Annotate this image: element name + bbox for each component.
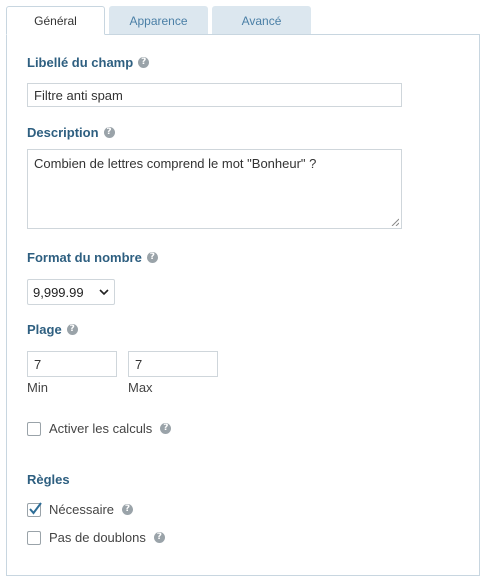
description-textarea[interactable]: Combien de lettres comprend le mot "Bonh… bbox=[27, 149, 402, 229]
range-min-label: Min bbox=[27, 380, 48, 395]
number-format-heading: Format du nombre ? bbox=[27, 250, 158, 265]
resize-handle-icon[interactable] bbox=[391, 218, 399, 226]
calculations-row[interactable]: Activer les calculs ? bbox=[27, 421, 172, 436]
range-max-label: Max bbox=[128, 380, 153, 395]
rules-heading: Règles bbox=[27, 472, 70, 487]
required-checkbox[interactable] bbox=[27, 501, 42, 517]
calculations-label: Activer les calculs bbox=[49, 421, 153, 436]
tab-general[interactable]: Général bbox=[6, 6, 105, 35]
settings-panel: Libellé du champ ? Description ? Combien… bbox=[6, 34, 480, 576]
range-title: Plage bbox=[27, 322, 62, 337]
field-label-heading: Libellé du champ ? bbox=[27, 55, 150, 70]
range-heading: Plage ? bbox=[27, 322, 78, 337]
description-heading: Description ? bbox=[27, 125, 115, 140]
help-icon[interactable]: ? bbox=[146, 252, 158, 263]
description-title: Description bbox=[27, 125, 99, 140]
help-icon[interactable]: ? bbox=[103, 127, 115, 138]
help-icon[interactable]: ? bbox=[122, 504, 134, 515]
number-format-value: 9,999.99 bbox=[33, 284, 84, 300]
checkmark-icon bbox=[29, 501, 42, 515]
range-max-input[interactable] bbox=[128, 351, 218, 377]
no-duplicates-checkbox[interactable] bbox=[27, 530, 41, 545]
tab-advanced[interactable]: Avancé bbox=[212, 6, 311, 34]
help-icon[interactable]: ? bbox=[153, 532, 165, 543]
chevron-down-icon bbox=[99, 288, 109, 295]
help-icon[interactable]: ? bbox=[160, 423, 172, 434]
range-min-input[interactable] bbox=[27, 351, 117, 377]
rules-title: Règles bbox=[27, 472, 70, 487]
field-label-input[interactable] bbox=[27, 83, 402, 107]
tab-appearance[interactable]: Apparence bbox=[109, 6, 208, 34]
number-format-select[interactable]: 9,999.99 bbox=[27, 279, 115, 305]
no-duplicates-label: Pas de doublons bbox=[49, 530, 146, 545]
number-format-title: Format du nombre bbox=[27, 250, 142, 265]
help-icon[interactable]: ? bbox=[138, 57, 150, 68]
description-text: Combien de lettres comprend le mot "Bonh… bbox=[34, 156, 317, 171]
required-label: Nécessaire bbox=[49, 502, 115, 517]
no-duplicates-row[interactable]: Pas de doublons ? bbox=[27, 530, 165, 545]
required-row[interactable]: Nécessaire ? bbox=[27, 501, 134, 517]
calculations-checkbox[interactable] bbox=[27, 421, 41, 436]
help-icon[interactable]: ? bbox=[66, 324, 78, 335]
field-label-title: Libellé du champ bbox=[27, 55, 134, 70]
